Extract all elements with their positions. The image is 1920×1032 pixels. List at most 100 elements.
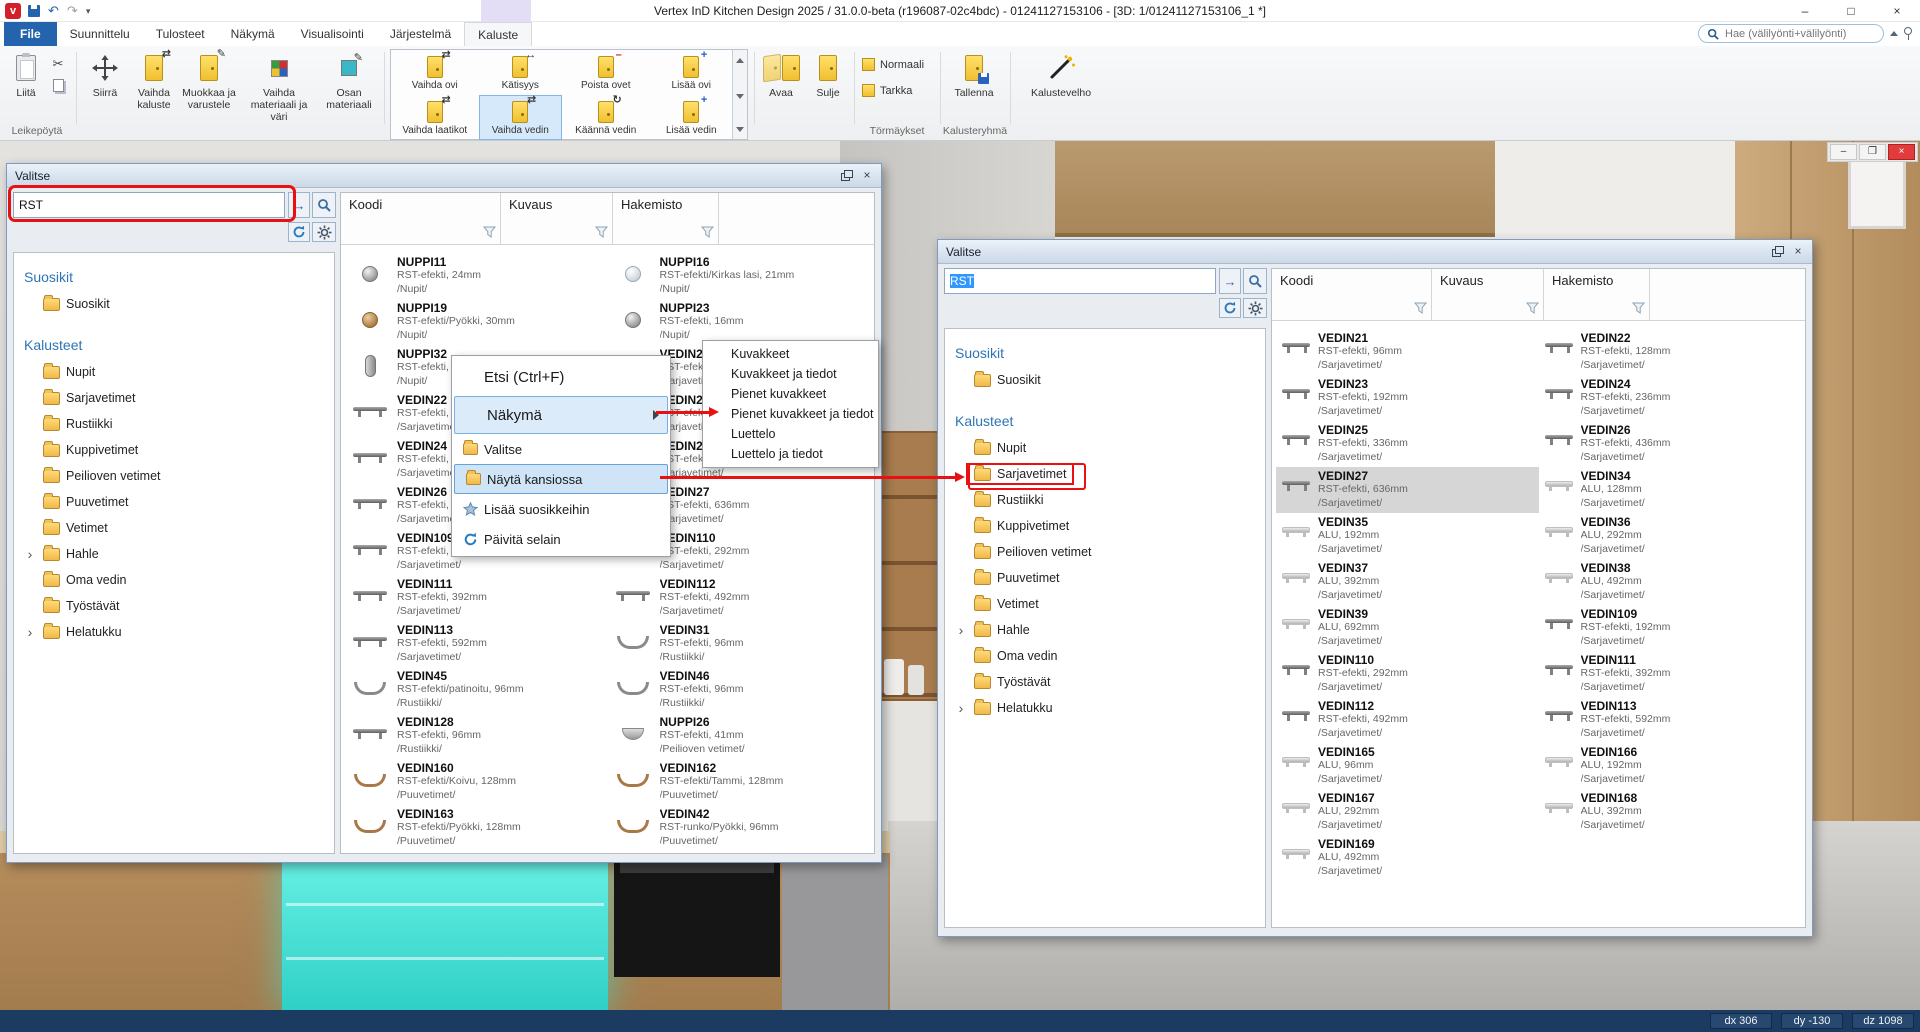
tree-item-helatukku[interactable]: ›Helatukku [945, 695, 1265, 721]
dialog-float-button[interactable] [837, 168, 855, 184]
list-item-nuppi26[interactable]: NUPPI26RST-efekti, 41mm/Peilioven vetime… [608, 713, 871, 759]
submenu-item-luettelo[interactable]: Luettelo [703, 424, 878, 444]
edit-equip-button[interactable]: ✎ Muokkaa ja varustele [180, 52, 238, 111]
refresh-button[interactable] [288, 222, 310, 242]
filter-icon[interactable] [1632, 302, 1645, 317]
tree-item-peilioven-vetimet[interactable]: Peilioven vetimet [14, 463, 334, 489]
tab-file[interactable]: File [4, 22, 57, 46]
list-item-vedin166[interactable]: VEDIN166ALU, 192mm/Sarjavetimet/ [1539, 743, 1802, 789]
tree-item-hahle[interactable]: ›Hahle [14, 541, 334, 567]
list-item-vedin165[interactable]: VEDIN165ALU, 96mm/Sarjavetimet/ [1276, 743, 1539, 789]
submenu-item-pienet-kuvakkeet-ja-tiedot[interactable]: Pienet kuvakkeet ja tiedot [703, 404, 878, 424]
mdi-minimize-button[interactable]: – [1830, 144, 1857, 160]
collision-normal-button[interactable]: Normaali [862, 58, 924, 71]
submenu-item-pienet-kuvakkeet[interactable]: Pienet kuvakkeet [703, 384, 878, 404]
tree-item-suosikit[interactable]: Suosikit [14, 291, 334, 317]
gallery-button-vaihda-ovi[interactable]: ⇄Vaihda ovi [393, 50, 477, 95]
tree-item-tyostavat[interactable]: Työstävät [945, 669, 1265, 695]
list-item-vedin167[interactable]: VEDIN167ALU, 292mm/Sarjavetimet/ [1276, 789, 1539, 835]
menu-item-valitse[interactable]: Valitse [452, 434, 670, 464]
tab-kaluste[interactable]: Kaluste [464, 22, 532, 46]
gallery-button-poista-ovet[interactable]: –Poista ovet [564, 50, 648, 95]
list-item-vedin34[interactable]: VEDIN34ALU, 128mm/Sarjavetimet/ [1539, 467, 1802, 513]
menu-item-nayta-kansiossa[interactable]: Näytä kansiossa [454, 464, 668, 494]
list-item-vedin113[interactable]: VEDIN113RST-efekti, 592mm/Sarjavetimet/ [1539, 697, 1802, 743]
dialog-close-button[interactable]: × [858, 168, 876, 184]
tree-item-sarjavetimet[interactable]: Sarjavetimet [945, 461, 1265, 487]
tree-item-puuvetimet[interactable]: Puuvetimet [945, 565, 1265, 591]
column-header-kuvaus[interactable]: Kuvaus [1432, 269, 1544, 320]
tree-item-rustiikki[interactable]: Rustiikki [14, 411, 334, 437]
list-item-vedin39[interactable]: VEDIN39ALU, 692mm/Sarjavetimet/ [1276, 605, 1539, 651]
list-item-vedin162[interactable]: VEDIN162RST-efekti/Tammi, 128mm/Puuvetim… [608, 759, 871, 805]
list-item-vedin45[interactable]: VEDIN45RST-efekti/patinoitu, 96mm/Rustii… [345, 667, 608, 713]
settings-button[interactable] [312, 222, 336, 242]
tree-item-oma-vedin[interactable]: Oma vedin [945, 643, 1265, 669]
dialog-titlebar[interactable]: Valitse × [7, 164, 881, 188]
qat-dropdown-icon[interactable]: ▾ [86, 6, 91, 17]
dialog-close-button[interactable]: × [1789, 244, 1807, 260]
search-input[interactable]: RST [944, 268, 1216, 294]
open-doors-button[interactable]: Avaa [760, 52, 802, 99]
go-button[interactable]: → [1219, 268, 1241, 294]
list-item-vedin25[interactable]: VEDIN25RST-efekti, 336mm/Sarjavetimet/ [1276, 421, 1539, 467]
tree-item-kuppivetimet[interactable]: Kuppivetimet [945, 513, 1265, 539]
column-header-koodi[interactable]: Koodi [341, 193, 501, 244]
gallery-button-lisaa-ovi[interactable]: +Lisää ovi [650, 50, 734, 95]
menu-item-lisaa-suosikkeihin[interactable]: Lisää suosikkeihin [452, 494, 670, 524]
list-item-vedin113[interactable]: VEDIN113RST-efekti, 592mm/Sarjavetimet/ [345, 621, 608, 667]
gallery-more-icon[interactable] [733, 121, 747, 137]
submenu-item-kuvakkeet[interactable]: Kuvakkeet [703, 344, 878, 364]
list-item-vedin128[interactable]: VEDIN128RST-efekti, 96mm/Rustiikki/ [345, 713, 608, 759]
list-item-vedin46[interactable]: VEDIN46RST-efekti, 96mm/Rustiikki/ [608, 667, 871, 713]
filter-icon[interactable] [1526, 302, 1539, 317]
tree-item-helatukku[interactable]: ›Helatukku [14, 619, 334, 645]
list-item-vedin112[interactable]: VEDIN112RST-efekti, 492mm/Sarjavetimet/ [608, 575, 871, 621]
list-item-vedin38[interactable]: VEDIN38ALU, 492mm/Sarjavetimet/ [1539, 559, 1802, 605]
list-item-vedin31[interactable]: VEDIN31RST-efekti, 96mm/Rustiikki/ [608, 621, 871, 667]
change-material-button[interactable]: Vaihda materiaali ja väri [242, 52, 316, 123]
refresh-button[interactable] [1219, 298, 1241, 318]
tree-item-sarjavetimet[interactable]: Sarjavetimet [14, 385, 334, 411]
dialog-float-button[interactable] [1768, 244, 1786, 260]
column-header-hakemisto[interactable]: Hakemisto [613, 193, 719, 244]
submenu-item-luettelo-ja-tiedot[interactable]: Luettelo ja tiedot [703, 444, 878, 464]
scroll-down-icon[interactable] [733, 88, 747, 104]
list-item-nuppi19[interactable]: NUPPI19RST-efekti/Pyökki, 30mm/Nupit/ [345, 299, 608, 345]
tree-item-hahle[interactable]: ›Hahle [945, 617, 1265, 643]
list-item-vedin22[interactable]: VEDIN22RST-efekti, 128mm/Sarjavetimet/ [1539, 329, 1802, 375]
filter-icon[interactable] [595, 226, 608, 241]
tree-item-nupit[interactable]: Nupit [945, 435, 1265, 461]
mdi-close-button[interactable]: × [1888, 144, 1915, 160]
expander-icon[interactable]: › [22, 624, 38, 640]
list-item-vedin23[interactable]: VEDIN23RST-efekti, 192mm/Sarjavetimet/ [1276, 375, 1539, 421]
redo-icon[interactable]: ↷ [67, 4, 78, 18]
ribbon-collapse-icon[interactable] [1890, 31, 1898, 36]
expander-icon[interactable]: › [953, 700, 969, 716]
maximize-button[interactable]: □ [1828, 0, 1874, 22]
tree-item-suosikit[interactable]: Suosikit [945, 367, 1265, 393]
tab-visualisointi[interactable]: Visualisointi [288, 22, 377, 46]
expander-icon[interactable]: › [22, 546, 38, 562]
list-item-vedin35[interactable]: VEDIN35ALU, 192mm/Sarjavetimet/ [1276, 513, 1539, 559]
list-item-vedin111[interactable]: VEDIN111RST-efekti, 392mm/Sarjavetimet/ [1539, 651, 1802, 697]
list-item-vedin26[interactable]: VEDIN26RST-efekti, 436mm/Sarjavetimet/ [1539, 421, 1802, 467]
filter-icon[interactable] [483, 226, 496, 241]
search-input[interactable]: RST [13, 192, 285, 218]
submenu-item-kuvakkeet-ja-tiedot[interactable]: Kuvakkeet ja tiedot [703, 364, 878, 384]
ribbon-pin-icon[interactable] [1904, 27, 1912, 35]
dialog-titlebar[interactable]: Valitse × [938, 240, 1812, 264]
list-item-vedin163[interactable]: VEDIN163RST-efekti/Pyökki, 128mm/Puuveti… [345, 805, 608, 851]
search-button[interactable] [312, 192, 336, 218]
minimize-button[interactable]: – [1782, 0, 1828, 22]
change-cabinet-button[interactable]: ⇄ Vaihda kaluste [130, 52, 178, 111]
tab-nakyma[interactable]: Näkymä [218, 22, 288, 46]
gallery-scrollbar[interactable] [732, 50, 747, 139]
tree-item-peilioven-vetimet[interactable]: Peilioven vetimet [945, 539, 1265, 565]
save-cabinet-group-button[interactable]: Tallenna [946, 52, 1002, 99]
filter-icon[interactable] [1414, 302, 1427, 317]
list-item-nuppi11[interactable]: NUPPI11RST-efekti, 24mm/Nupit/ [345, 253, 608, 299]
menu-item-etsi-ctrl-f[interactable]: Etsi (Ctrl+F) [452, 358, 670, 396]
tree-item-puuvetimet[interactable]: Puuvetimet [14, 489, 334, 515]
tab-tulosteet[interactable]: Tulosteet [143, 22, 218, 46]
